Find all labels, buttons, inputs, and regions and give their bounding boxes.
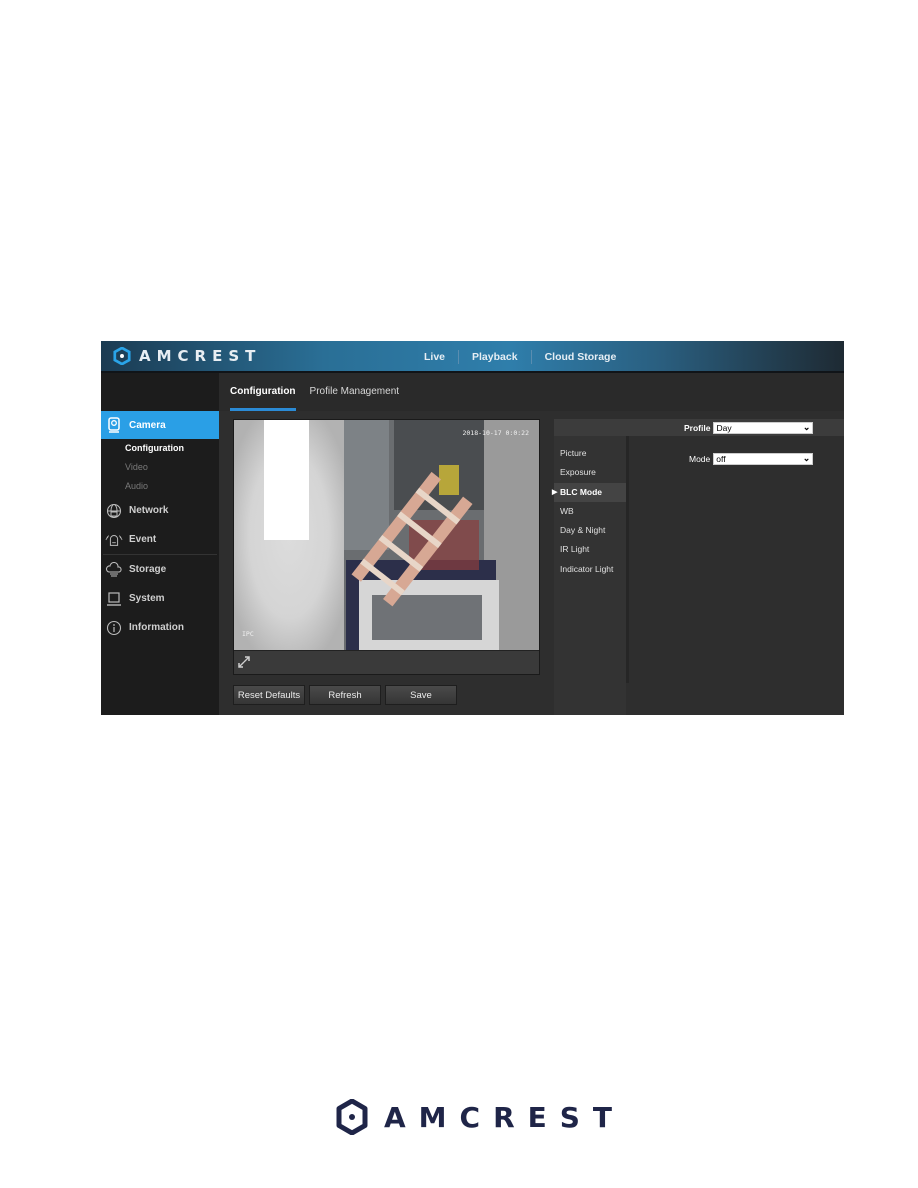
menu-item-blc-mode[interactable]: BLC Mode (552, 482, 626, 502)
info-icon (105, 619, 123, 637)
video-toolbar (234, 650, 539, 674)
sidebar-item-label: Event (129, 534, 157, 545)
menu-divider (626, 419, 629, 683)
chevron-down-icon: ⌄ (802, 453, 811, 463)
brand-name: AMCREST (139, 347, 262, 365)
fullscreen-icon[interactable] (237, 655, 251, 669)
osd-channel-label: IPC (242, 630, 254, 638)
computer-icon (105, 590, 123, 608)
reset-defaults-button[interactable]: Reset Defaults (233, 685, 305, 705)
sidebar-item-information[interactable]: Information (101, 613, 219, 642)
sidebar-item-label: System (129, 593, 165, 604)
sidebar: Camera Configuration Video Audio Network… (101, 411, 235, 715)
top-nav: Live Playback Cloud Storage (411, 341, 629, 373)
camera-image (234, 420, 539, 650)
mode-field: Mode off ⌄ (689, 453, 814, 465)
menu-item-ir-light[interactable]: IR Light (554, 540, 626, 559)
sidebar-item-storage[interactable]: Storage (101, 555, 219, 584)
menu-item-wb[interactable]: WB (554, 502, 626, 521)
amcrest-logo-icon (113, 347, 131, 365)
sidebar-subitem-configuration[interactable]: Configuration (101, 439, 219, 458)
top-bar: AMCREST Live Playback Cloud Storage (101, 341, 844, 373)
nav-playback[interactable]: Playback (459, 351, 531, 363)
sub-tab-bar: Configuration Profile Management (101, 373, 844, 411)
mode-select[interactable]: off ⌄ (713, 453, 814, 465)
footer-brand-name: AMCREST (384, 1100, 626, 1134)
camera-icon (105, 416, 123, 434)
profile-select-value: Day (716, 423, 732, 433)
live-video-preview: 2018-10-17 0:0:22 IPC (233, 419, 540, 675)
profile-label: Profile (684, 423, 711, 433)
sidebar-item-label: Network (129, 505, 169, 516)
sidebar-item-network[interactable]: Network (101, 496, 219, 525)
event-alarm-icon (105, 531, 123, 549)
menu-item-exposure[interactable]: Exposure (554, 463, 626, 482)
mode-select-value: off (716, 454, 726, 464)
profile-field: Profile Day ⌄ (684, 422, 814, 434)
sidebar-subitem-audio[interactable]: Audio (101, 477, 219, 496)
content-area: 2018-10-17 0:0:22 IPC Reset Defaults Ref… (219, 411, 844, 715)
settings-menu: Picture Exposure BLC Mode WB Day & Night… (552, 419, 626, 715)
chevron-down-icon: ⌄ (802, 422, 811, 432)
menu-item-indicator-light[interactable]: Indicator Light (554, 560, 626, 579)
cloud-storage-icon (105, 561, 123, 579)
amcrest-logo-icon (336, 1099, 368, 1135)
profile-select[interactable]: Day ⌄ (713, 422, 814, 434)
tab-profile-management[interactable]: Profile Management (310, 373, 400, 411)
sidebar-subitem-video[interactable]: Video (101, 458, 219, 477)
tab-configuration[interactable]: Configuration (230, 373, 296, 411)
sidebar-item-system[interactable]: System (101, 584, 219, 613)
footer-logo: AMCREST (336, 1099, 625, 1135)
mode-label: Mode (689, 454, 711, 464)
amcrest-web-interface: AMCREST Live Playback Cloud Storage Conf… (101, 341, 844, 715)
video-frame[interactable]: 2018-10-17 0:0:22 IPC (234, 420, 539, 650)
sidebar-item-label: Information (129, 622, 184, 633)
menu-item-day-night[interactable]: Day & Night (554, 521, 626, 540)
tabs: Configuration Profile Management (230, 373, 413, 411)
sidebar-item-event[interactable]: Event (101, 525, 219, 554)
sidebar-item-label: Camera (129, 419, 166, 431)
osd-timestamp: 2018-10-17 0:0:22 (462, 429, 529, 437)
nav-cloud-storage[interactable]: Cloud Storage (532, 351, 630, 363)
sidebar-item-label: Storage (129, 564, 167, 575)
refresh-button[interactable]: Refresh (309, 685, 381, 705)
action-buttons: Reset Defaults Refresh Save (233, 685, 457, 705)
brand: AMCREST (113, 347, 261, 365)
save-button[interactable]: Save (385, 685, 457, 705)
nav-live[interactable]: Live (411, 351, 458, 363)
menu-item-picture[interactable]: Picture (554, 444, 626, 463)
sidebar-item-camera[interactable]: Camera (101, 411, 235, 439)
network-icon (105, 502, 123, 520)
